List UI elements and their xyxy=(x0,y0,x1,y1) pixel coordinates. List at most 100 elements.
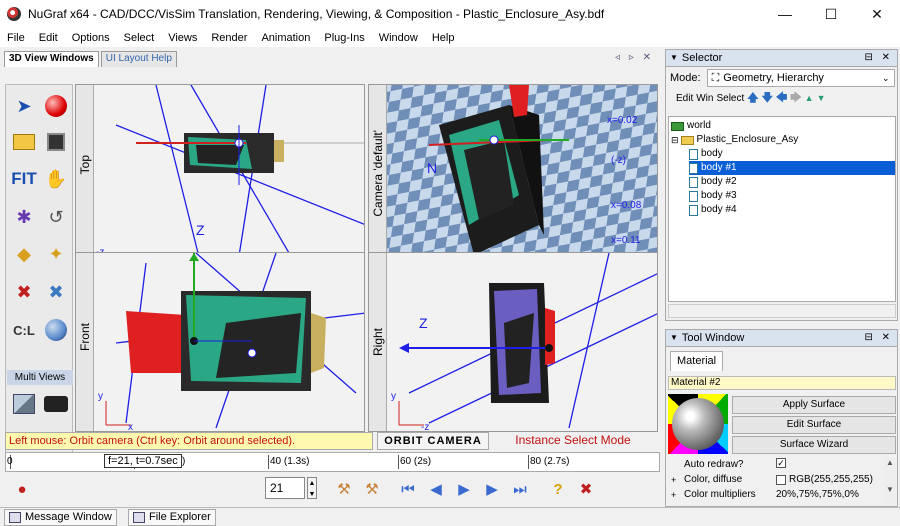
pan-hand-icon[interactable]: ✋ xyxy=(40,162,72,196)
panel-pin-icons[interactable]: ⊟ ✕ xyxy=(864,50,893,66)
expand-plus-icon[interactable]: + xyxy=(671,488,676,502)
save-disk-icon[interactable] xyxy=(40,125,72,159)
goto-start-icon[interactable]: ⏮ xyxy=(397,478,419,500)
view-windows-panel: 3D View Windows UI Layout Help ◃ ▹ ✕ ➤ F… xyxy=(0,47,660,507)
orbit-icon[interactable]: ↺ xyxy=(40,200,72,234)
cancel-tool-icon[interactable]: ✖ xyxy=(575,478,597,500)
texture-cl-icon[interactable]: C:L xyxy=(8,313,40,347)
tree-item-body-1[interactable]: body #1 xyxy=(689,161,895,175)
menu-bar: File Edit Options Select Views Render An… xyxy=(0,28,900,47)
tab-message-window[interactable]: Message Window xyxy=(4,509,117,526)
camera-move-icon[interactable]: ✖ xyxy=(8,275,40,309)
properties-scrollbar[interactable]: ▲ ▼ xyxy=(884,458,896,504)
edit-surface-button[interactable]: Edit Surface xyxy=(732,416,896,434)
body-icon xyxy=(689,162,698,174)
help-question-icon[interactable]: ? xyxy=(547,478,569,500)
menu-select[interactable]: Select xyxy=(117,32,162,44)
auto-redraw-checkbox[interactable]: ✓ xyxy=(776,458,786,468)
frame-spinner[interactable]: ▲ ▼ xyxy=(307,477,317,499)
material-sphere-icon[interactable] xyxy=(40,313,72,347)
tree-item-body[interactable]: body xyxy=(689,147,895,161)
arrow-down-icon[interactable]: 🡇 xyxy=(762,89,773,108)
svg-text:-z: -z xyxy=(421,422,429,432)
mode-select[interactable]: ⛶ Geometry, Hierarchy ⌄ xyxy=(706,69,895,87)
menu-views[interactable]: Views xyxy=(161,32,204,44)
hierarchy-icon: ⛶ xyxy=(711,71,720,84)
collapse-minus-icon[interactable]: ⊟ xyxy=(671,133,679,147)
select-mode-indicator[interactable]: Instance Select Mode xyxy=(493,432,653,450)
timeline-mark-80: 80 (2.7s) xyxy=(530,456,570,467)
key-hammer-icon[interactable]: ⚒ xyxy=(333,478,355,500)
file-explorer-icon xyxy=(133,512,145,523)
menu-edit[interactable]: Edit xyxy=(32,32,65,44)
multi-views-cube-icon[interactable] xyxy=(8,387,40,421)
selector-edit-menu[interactable]: Edit xyxy=(676,93,693,104)
selector-select-menu[interactable]: Select xyxy=(716,93,744,104)
menu-animation[interactable]: Animation xyxy=(254,32,317,44)
diffuse-color-swatch[interactable] xyxy=(776,475,786,485)
tab-3d-view-windows[interactable]: 3D View Windows xyxy=(4,51,99,67)
close-button[interactable]: ✕ xyxy=(854,0,900,28)
app-logo-icon xyxy=(7,7,21,21)
select-sphere-icon[interactable] xyxy=(40,89,72,123)
menu-options[interactable]: Options xyxy=(65,32,117,44)
tab-file-explorer[interactable]: File Explorer xyxy=(128,509,216,526)
tab-ui-layout-help[interactable]: UI Layout Help xyxy=(100,51,177,67)
panel-pin-icons[interactable]: ◃ ▹ ✕ xyxy=(615,52,654,63)
title-bar: NuGraf x64 - CAD/DCC/VisSim Translation,… xyxy=(0,0,900,28)
timeline-partial-label: ) xyxy=(182,456,186,467)
expand-plus-icon[interactable]: + xyxy=(671,473,676,487)
menu-plug-ins[interactable]: Plug-Ins xyxy=(317,32,371,44)
open-folder-icon[interactable] xyxy=(8,125,40,159)
step-back-icon[interactable]: ◀ xyxy=(425,478,447,500)
camera-target-icon[interactable]: ✖ xyxy=(40,275,72,309)
tree-item-body-2[interactable]: body #2 xyxy=(689,175,895,189)
panel-pin-icons[interactable]: ⊟ ✕ xyxy=(864,330,893,346)
triangle-up-icon[interactable]: ▲ xyxy=(805,93,814,103)
keyframe-pin-icon[interactable]: ● xyxy=(11,478,33,500)
body-icon xyxy=(689,204,698,216)
menu-window[interactable]: Window xyxy=(372,32,425,44)
tree-item-body-4[interactable]: body #4 xyxy=(689,203,895,217)
snapshot-camera-icon[interactable] xyxy=(40,387,72,421)
selector-title: Selector xyxy=(681,52,723,64)
play-icon[interactable]: ▶ xyxy=(453,478,475,500)
timeline-start-label: 0 xyxy=(7,456,13,467)
maximize-button[interactable]: ☐ xyxy=(808,0,854,28)
material-sphere-icon xyxy=(672,398,724,450)
selector-win-menu[interactable]: Win xyxy=(696,93,713,104)
minimize-button[interactable]: — xyxy=(762,0,808,28)
material-name-field[interactable]: Material #2 xyxy=(668,376,896,390)
surface-wizard-button[interactable]: Surface Wizard xyxy=(732,436,896,454)
viewport-front[interactable]: Front y x xyxy=(75,252,365,432)
collapse-triangle-icon[interactable]: ▼ xyxy=(670,50,678,66)
collapse-triangle-icon[interactable]: ▼ xyxy=(670,330,678,346)
frame-number-input[interactable]: 21 xyxy=(265,477,305,499)
triangle-down-icon[interactable]: ▼ xyxy=(817,93,826,103)
tree-item-world[interactable]: world xyxy=(671,119,711,133)
top-view-z-label: Z xyxy=(196,222,205,238)
apply-surface-button[interactable]: Apply Surface xyxy=(732,396,896,414)
light-target-icon[interactable]: ✦ xyxy=(40,237,72,271)
viewport-right[interactable]: Right Z y -z xyxy=(368,252,658,432)
menu-render[interactable]: Render xyxy=(204,32,254,44)
unkey-hammer-icon[interactable]: ⚒ xyxy=(361,478,383,500)
light-move-icon[interactable]: ◆ xyxy=(8,237,40,271)
camera-readout-1: x=0.02 xyxy=(607,115,638,126)
animation-timeline[interactable]: 0 ) 40 (1.3s) 60 (2s) 80 (2.7s) f=21, t=… xyxy=(5,452,660,472)
arrow-up-icon[interactable]: 🡅 xyxy=(747,89,758,108)
tab-material[interactable]: Material xyxy=(670,351,724,371)
walk-icon[interactable]: ✱ xyxy=(8,200,40,234)
arrow-right-icon[interactable]: 🡆 xyxy=(790,89,801,108)
step-forward-icon[interactable]: ▶ xyxy=(481,478,503,500)
tree-horizontal-scrollbar[interactable] xyxy=(668,304,896,318)
menu-help[interactable]: Help xyxy=(425,32,462,44)
select-arrow-icon[interactable]: ➤ xyxy=(8,89,40,123)
fit-view-icon[interactable]: FIT xyxy=(8,162,40,196)
goto-end-icon[interactable]: ⏭ xyxy=(509,478,531,500)
menu-file[interactable]: File xyxy=(0,32,32,44)
arrow-left-icon[interactable]: 🡄 xyxy=(776,89,787,108)
toolbox: ➤ FIT ✋ ✱ ↺ ◆ ✦ ✖ ✖ C:L Multi Views xyxy=(5,84,73,464)
tree-item-body-3[interactable]: body #3 xyxy=(689,189,895,203)
tree-item-assembly[interactable]: ⊟ Plastic_Enclosure_Asy xyxy=(671,133,798,147)
